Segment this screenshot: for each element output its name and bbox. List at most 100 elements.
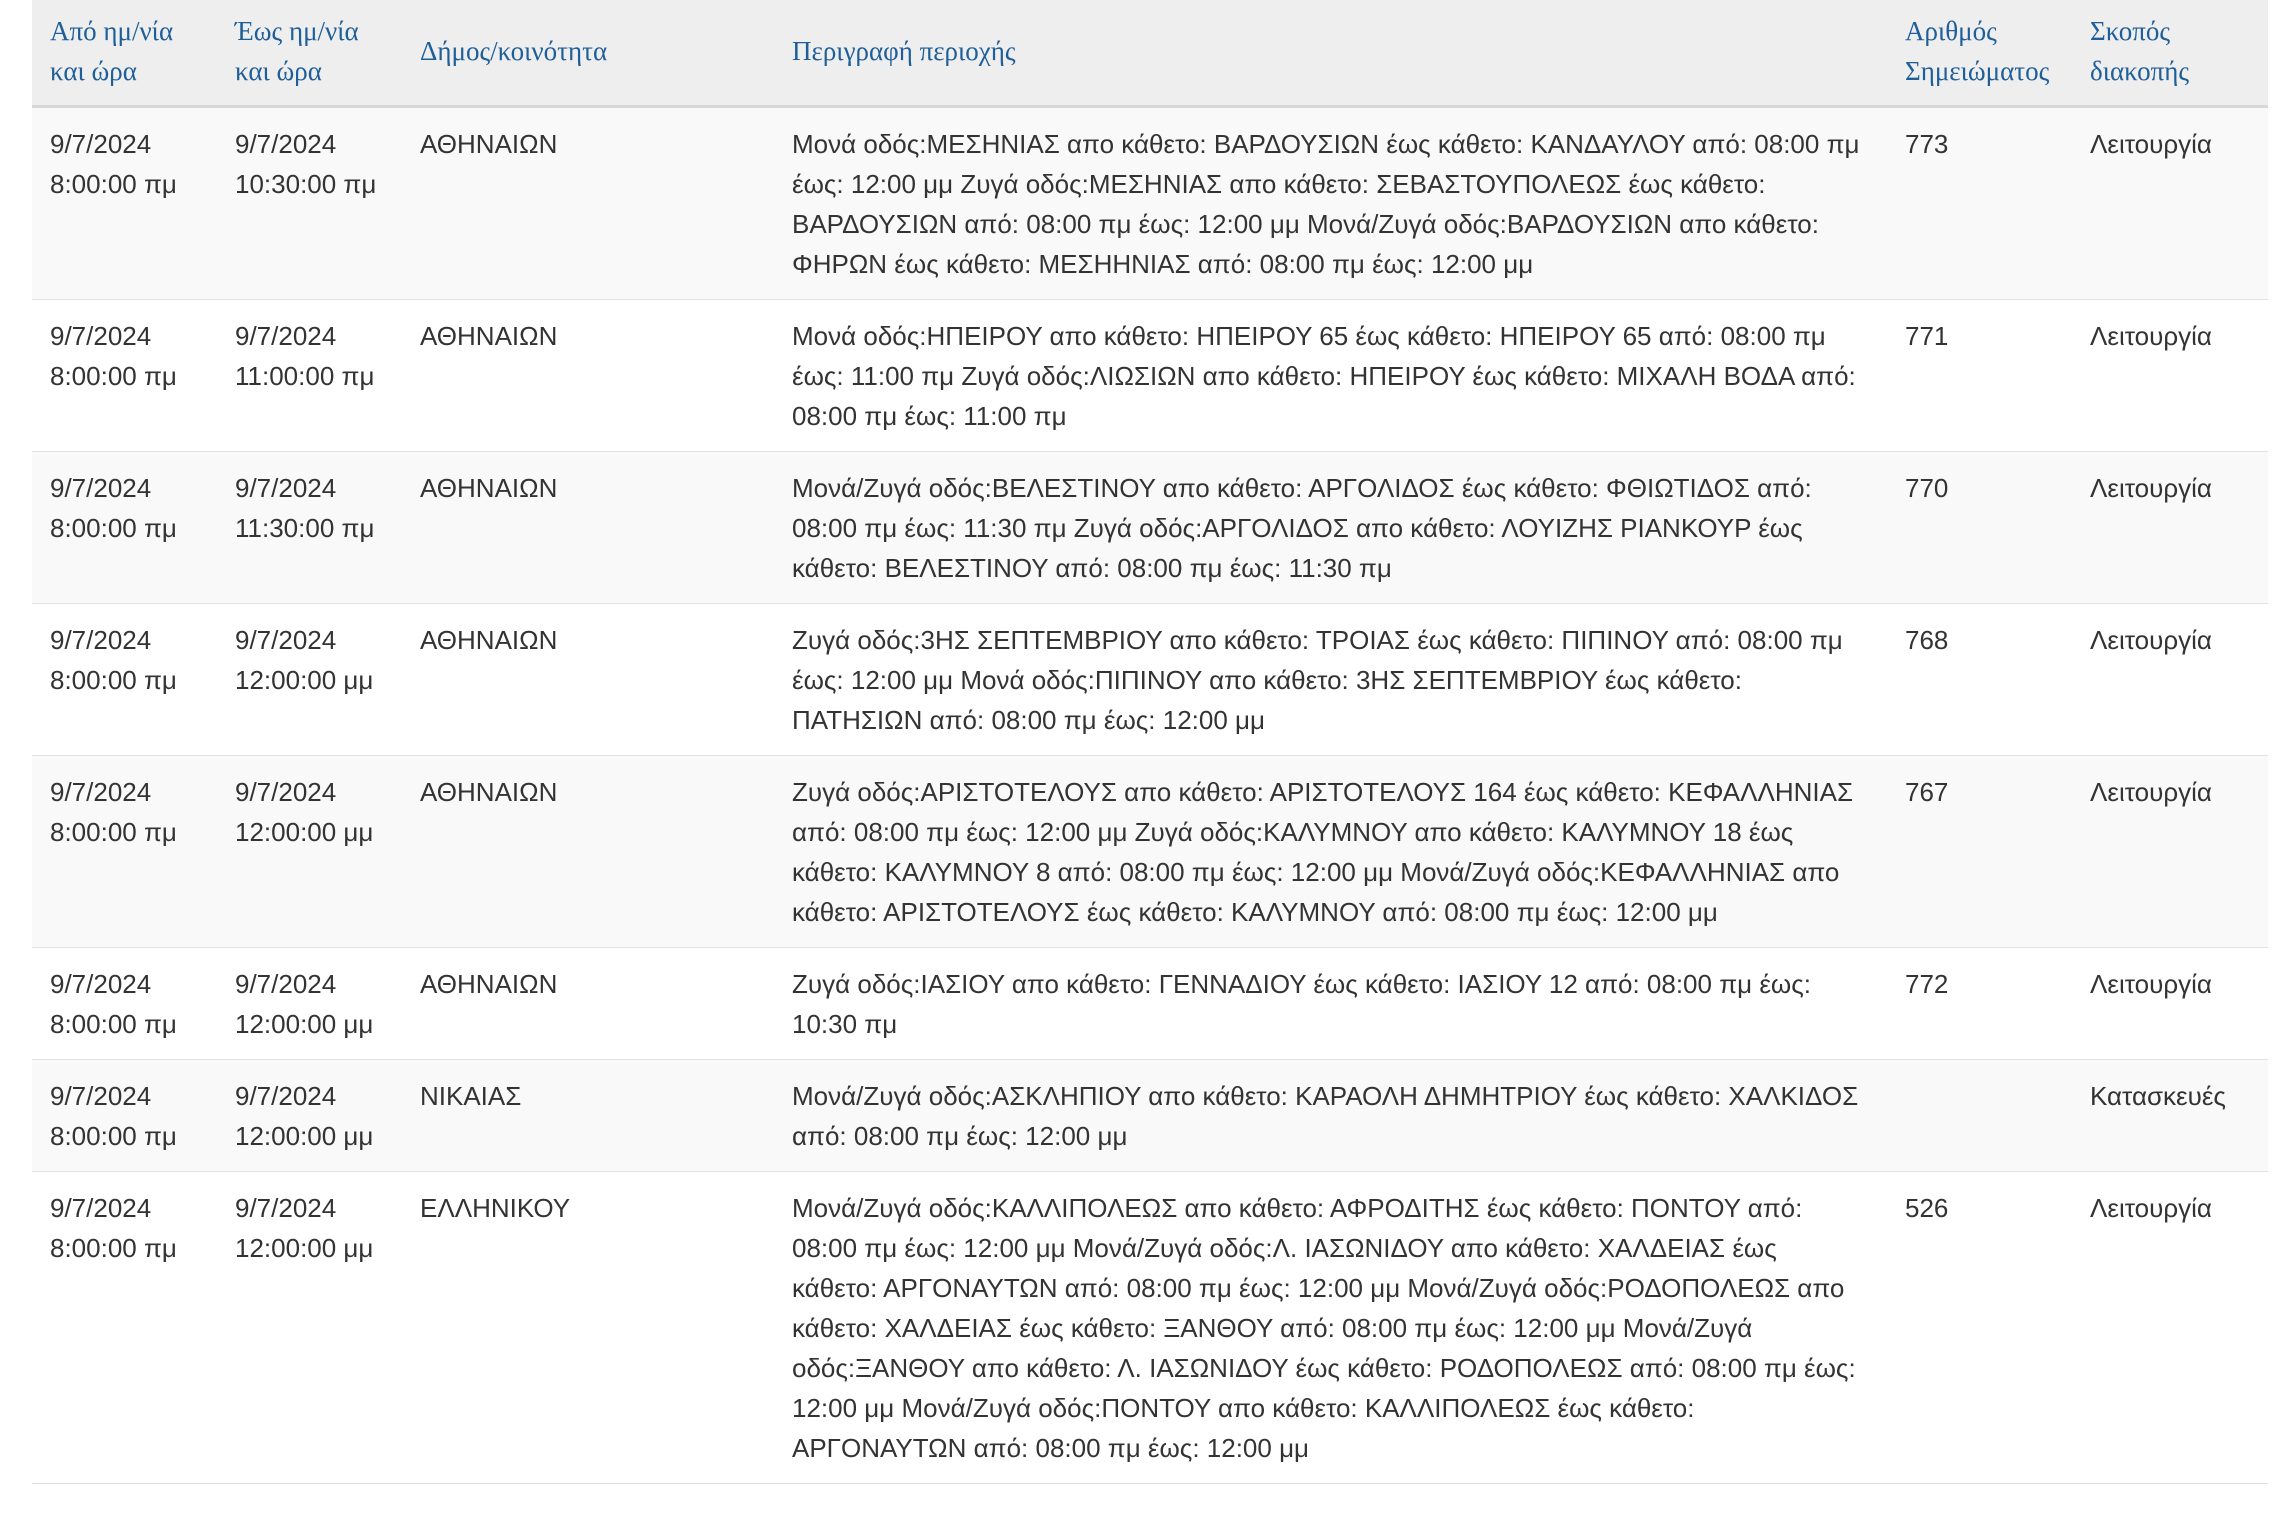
from-time: 8:00:00 πμ xyxy=(50,1121,177,1151)
cell-description: Ζυγά οδός:ΑΡΙΣΤΟΤΕΛΟΥΣ απο κάθετο: ΑΡΙΣΤ… xyxy=(774,755,1887,948)
cell-description: Μονά/Ζυγά οδός:ΚΑΛΛΙΠΟΛΕΩΣ απο κάθετο: Α… xyxy=(774,1171,1887,1484)
to-date: 9/7/2024 xyxy=(235,1081,337,1111)
table-row: 9/7/2024 8:00:00 πμ 9/7/2024 12:00:00 μμ Α… xyxy=(32,755,2268,948)
cell-from: 9/7/2024 8:00:00 πμ xyxy=(32,1059,217,1172)
cell-from: 9/7/2024 8:00:00 πμ xyxy=(32,1171,217,1484)
cell-from: 9/7/2024 8:00:00 πμ xyxy=(32,755,217,948)
to-date: 9/7/2024 xyxy=(235,1193,337,1223)
cell-municipality: ΑΘΗΝΑΙΩΝ xyxy=(402,451,774,604)
cell-municipality: ΑΘΗΝΑΙΩΝ xyxy=(402,947,774,1060)
to-date: 9/7/2024 xyxy=(235,969,337,999)
cell-notice-number: 771 xyxy=(1887,299,2072,452)
cell-description: Ζυγά οδός:ΙΑΣΙΟΥ απο κάθετο: ΓΕΝΝΑΔΙΟΥ έ… xyxy=(774,947,1887,1060)
cell-municipality: ΑΘΗΝΑΙΩΝ xyxy=(402,603,774,756)
table-row: 9/7/2024 8:00:00 πμ 9/7/2024 11:00:00 πμ Α… xyxy=(32,299,2268,452)
header-municipality[interactable]: Δήμος/κοινότητα xyxy=(402,0,774,108)
header-notice-number[interactable]: Αριθμός Σημειώματος xyxy=(1887,0,2072,108)
cell-notice-number: 773 xyxy=(1887,106,2072,300)
cell-notice-number xyxy=(1887,1059,2072,1172)
to-time: 11:30:00 πμ xyxy=(235,513,375,543)
from-date: 9/7/2024 xyxy=(50,625,152,655)
cell-to: 9/7/2024 11:30:00 πμ xyxy=(217,451,402,604)
cell-to: 9/7/2024 10:30:00 πμ xyxy=(217,106,402,300)
cell-purpose: Λειτουργία xyxy=(2072,299,2268,452)
cell-from: 9/7/2024 8:00:00 πμ xyxy=(32,299,217,452)
from-date: 9/7/2024 xyxy=(50,1081,152,1111)
outages-table: Από ημ/νία και ώρα Έως ημ/νία και ώρα Δή… xyxy=(32,0,2268,1484)
cell-notice-number: 526 xyxy=(1887,1171,2072,1484)
to-time: 12:00:00 μμ xyxy=(235,1009,374,1039)
to-date: 9/7/2024 xyxy=(235,777,337,807)
header-description[interactable]: Περιγραφή περιοχής xyxy=(774,0,1887,108)
table-row: 9/7/2024 8:00:00 πμ 9/7/2024 12:00:00 μμ Ν… xyxy=(32,1059,2268,1172)
cell-municipality: ΑΘΗΝΑΙΩΝ xyxy=(402,299,774,452)
cell-to: 9/7/2024 12:00:00 μμ xyxy=(217,603,402,756)
cell-purpose: Λειτουργία xyxy=(2072,1171,2268,1484)
cell-purpose: Λειτουργία xyxy=(2072,755,2268,948)
table-row: 9/7/2024 8:00:00 πμ 9/7/2024 10:30:00 πμ Α… xyxy=(32,106,2268,300)
cell-from: 9/7/2024 8:00:00 πμ xyxy=(32,603,217,756)
outages-table-wrapper: Από ημ/νία και ώρα Έως ημ/νία και ώρα Δή… xyxy=(32,0,2268,1484)
cell-description: Μονά οδός:ΜΕΣΗΝΙΑΣ απο κάθετο: ΒΑΡΔΟΥΣΙΩ… xyxy=(774,106,1887,300)
cell-notice-number: 767 xyxy=(1887,755,2072,948)
to-date: 9/7/2024 xyxy=(235,321,337,351)
cell-description: Ζυγά οδός:3ΗΣ ΣΕΠΤΕΜΒΡΙΟΥ απο κάθετο: ΤΡ… xyxy=(774,603,1887,756)
cell-to: 9/7/2024 12:00:00 μμ xyxy=(217,1059,402,1172)
from-time: 8:00:00 πμ xyxy=(50,1233,177,1263)
table-row: 9/7/2024 8:00:00 πμ 9/7/2024 12:00:00 μμ Α… xyxy=(32,603,2268,756)
cell-description: Μονά/Ζυγά οδός:ΒΕΛΕΣΤΙΝΟΥ απο κάθετο: ΑΡ… xyxy=(774,451,1887,604)
from-date: 9/7/2024 xyxy=(50,129,152,159)
cell-municipality: ΝΙΚΑΙΑΣ xyxy=(402,1059,774,1172)
cell-purpose: Λειτουργία xyxy=(2072,451,2268,604)
from-time: 8:00:00 πμ xyxy=(50,169,177,199)
cell-to: 9/7/2024 12:00:00 μμ xyxy=(217,947,402,1060)
cell-to: 9/7/2024 11:00:00 πμ xyxy=(217,299,402,452)
to-time: 11:00:00 πμ xyxy=(235,361,375,391)
from-date: 9/7/2024 xyxy=(50,1193,152,1223)
cell-description: Μονά οδός:ΗΠΕΙΡΟΥ απο κάθετο: ΗΠΕΙΡΟΥ 65… xyxy=(774,299,1887,452)
cell-notice-number: 772 xyxy=(1887,947,2072,1060)
cell-municipality: ΕΛΛΗΝΙΚΟΥ xyxy=(402,1171,774,1484)
header-to[interactable]: Έως ημ/νία και ώρα xyxy=(217,0,402,108)
to-time: 12:00:00 μμ xyxy=(235,665,374,695)
cell-from: 9/7/2024 8:00:00 πμ xyxy=(32,451,217,604)
cell-notice-number: 770 xyxy=(1887,451,2072,604)
cell-purpose: Κατασκευές xyxy=(2072,1059,2268,1172)
from-date: 9/7/2024 xyxy=(50,321,152,351)
cell-from: 9/7/2024 8:00:00 πμ xyxy=(32,106,217,300)
to-time: 12:00:00 μμ xyxy=(235,1121,374,1151)
cell-municipality: ΑΘΗΝΑΙΩΝ xyxy=(402,755,774,948)
cell-notice-number: 768 xyxy=(1887,603,2072,756)
header-row: Από ημ/νία και ώρα Έως ημ/νία και ώρα Δή… xyxy=(32,0,2268,108)
from-time: 8:00:00 πμ xyxy=(50,361,177,391)
to-date: 9/7/2024 xyxy=(235,625,337,655)
to-time: 12:00:00 μμ xyxy=(235,1233,374,1263)
from-time: 8:00:00 πμ xyxy=(50,1009,177,1039)
cell-purpose: Λειτουργία xyxy=(2072,947,2268,1060)
to-time: 12:00:00 μμ xyxy=(235,817,374,847)
cell-to: 9/7/2024 12:00:00 μμ xyxy=(217,1171,402,1484)
from-time: 8:00:00 πμ xyxy=(50,665,177,695)
table-body: 9/7/2024 8:00:00 πμ 9/7/2024 10:30:00 πμ Α… xyxy=(32,106,2268,1484)
header-from[interactable]: Από ημ/νία και ώρα xyxy=(32,0,217,108)
cell-to: 9/7/2024 12:00:00 μμ xyxy=(217,755,402,948)
table-row: 9/7/2024 8:00:00 πμ 9/7/2024 12:00:00 μμ Α… xyxy=(32,947,2268,1060)
cell-municipality: ΑΘΗΝΑΙΩΝ xyxy=(402,106,774,300)
cell-description: Μονά/Ζυγά οδός:ΑΣΚΛΗΠΙΟΥ απο κάθετο: ΚΑΡ… xyxy=(774,1059,1887,1172)
from-time: 8:00:00 πμ xyxy=(50,817,177,847)
table-row: 9/7/2024 8:00:00 πμ 9/7/2024 12:00:00 μμ Ε… xyxy=(32,1171,2268,1484)
table-header: Από ημ/νία και ώρα Έως ημ/νία και ώρα Δή… xyxy=(32,0,2268,108)
from-date: 9/7/2024 xyxy=(50,777,152,807)
table-row: 9/7/2024 8:00:00 πμ 9/7/2024 11:30:00 πμ Α… xyxy=(32,451,2268,604)
from-time: 8:00:00 πμ xyxy=(50,513,177,543)
from-date: 9/7/2024 xyxy=(50,473,152,503)
from-date: 9/7/2024 xyxy=(50,969,152,999)
header-purpose[interactable]: Σκοπός διακοπής xyxy=(2072,0,2268,108)
to-date: 9/7/2024 xyxy=(235,473,337,503)
cell-purpose: Λειτουργία xyxy=(2072,106,2268,300)
cell-from: 9/7/2024 8:00:00 πμ xyxy=(32,947,217,1060)
to-time: 10:30:00 πμ xyxy=(235,169,377,199)
to-date: 9/7/2024 xyxy=(235,129,337,159)
page: Από ημ/νία και ώρα Έως ημ/νία και ώρα Δή… xyxy=(0,0,2275,1529)
cell-purpose: Λειτουργία xyxy=(2072,603,2268,756)
